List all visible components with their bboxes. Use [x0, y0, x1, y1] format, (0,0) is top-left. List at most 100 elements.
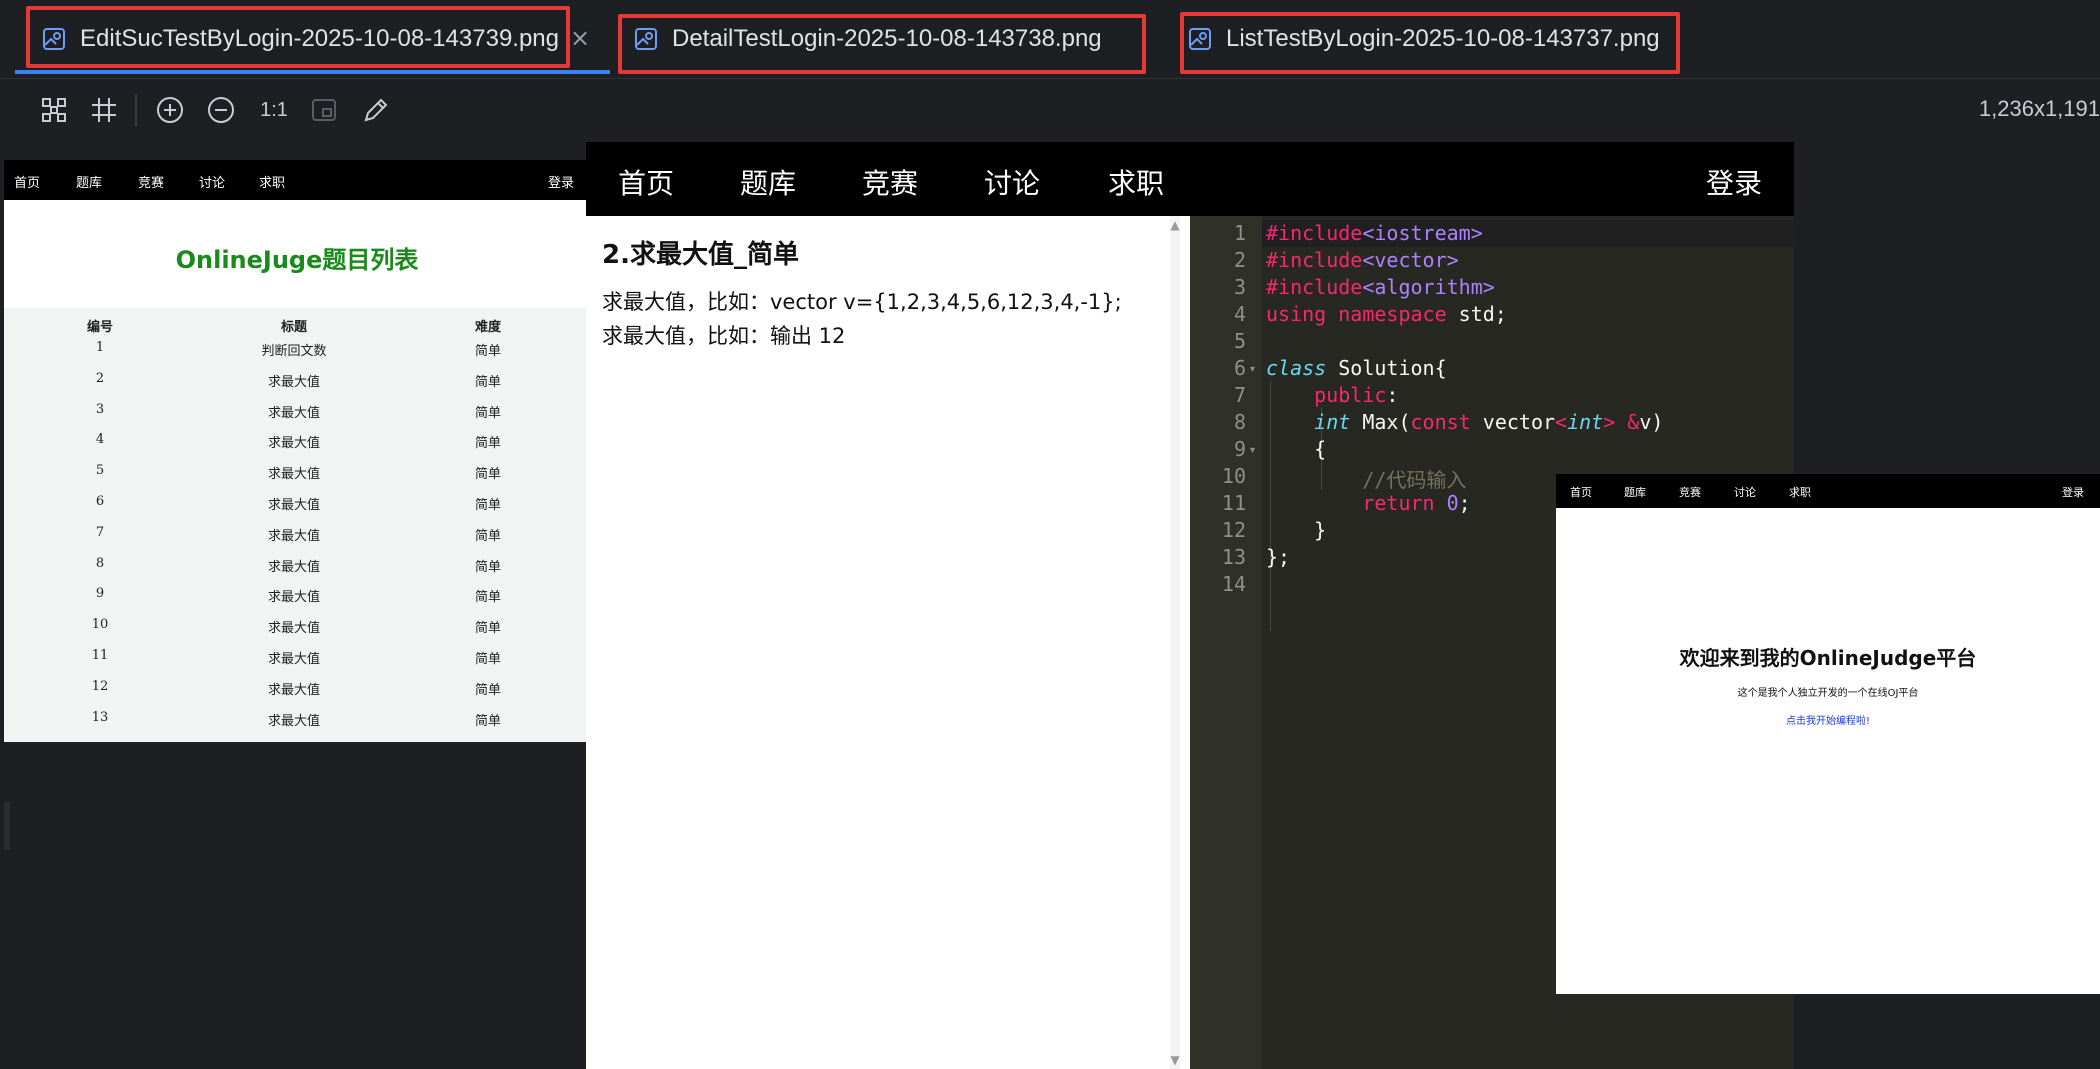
problem-title-link[interactable]: 求最大值	[268, 371, 320, 390]
line-number: 1	[1233, 221, 1246, 245]
code-line: {	[1266, 437, 1327, 461]
table-header-cell: 标题	[280, 320, 308, 335]
table-cell: 10	[91, 617, 109, 633]
table-row[interactable]: 7 求最大值 简单	[4, 525, 590, 547]
table-cell: 简单	[474, 436, 502, 452]
table-row[interactable]: 12 求最大值 简单	[4, 679, 590, 701]
problem-title-link[interactable]: 求最大值	[268, 586, 320, 605]
problem-title-link[interactable]: 求最大值	[268, 648, 320, 667]
problem-title-link[interactable]: 判断回文数	[261, 340, 326, 359]
fit-screen-icon[interactable]	[38, 94, 70, 126]
table-cell: 简单	[474, 559, 502, 575]
table-cell: 7	[95, 524, 105, 540]
code-line: #include<iostream>	[1266, 221, 1483, 245]
table-header-cell: 编号	[86, 320, 114, 335]
crop-icon[interactable]	[88, 94, 120, 126]
table-cell: 简单	[474, 528, 502, 544]
table-row[interactable]: 1 判断回文数 简单	[4, 340, 590, 362]
scroll-up-icon[interactable]: ▲	[1170, 218, 1180, 232]
nav-login[interactable]: 登录	[548, 172, 574, 191]
table-row[interactable]: 11 求最大值 简单	[4, 648, 590, 670]
navbar: 首页 题库 竞赛 讨论 求职 登录	[4, 160, 590, 200]
nav-jobs[interactable]: 求职	[259, 172, 285, 191]
line-number: 14	[1221, 572, 1246, 596]
nav-home[interactable]: 首页	[1570, 484, 1592, 500]
tab-highlight-box	[1180, 12, 1680, 74]
tab-highlight-box	[618, 14, 1146, 74]
edit-pen-icon[interactable]	[360, 94, 392, 126]
table-cell: 12	[91, 678, 109, 694]
problem-title-link[interactable]: 求最大值	[268, 617, 320, 636]
nav-login[interactable]: 登录	[2062, 484, 2084, 500]
table-cell: 5	[95, 463, 105, 479]
problem-title-link[interactable]: 求最大值	[268, 402, 320, 421]
nav-problems[interactable]: 题库	[1624, 484, 1646, 500]
zoom-in-icon[interactable]	[154, 94, 186, 126]
table-cell: 简单	[474, 405, 502, 421]
navbar: 首页 题库 竞赛 讨论 求职 登录	[1556, 474, 2100, 508]
nav-jobs[interactable]: 求职	[1789, 484, 1811, 500]
table-row[interactable]: 2 求最大值 简单	[4, 371, 590, 393]
line-number: 13	[1221, 545, 1246, 569]
problem-title-link[interactable]: 求最大值	[268, 463, 320, 482]
nav-contest[interactable]: 竞赛	[138, 172, 164, 191]
table-row[interactable]: 9 求最大值 简单	[4, 586, 590, 608]
problem-table: 编号 标题 难度 1 判断回文数 简单 2 求最大值 简单 3 求最大值 简单 4 求最大值 简单 5 求最大值…	[4, 308, 590, 742]
table-row[interactable]: 5 求最大值 简单	[4, 463, 590, 485]
nav-discuss[interactable]: 讨论	[199, 172, 225, 191]
code-line: class Solution{	[1266, 356, 1447, 380]
question-panel: 2.求最大值_简单 求最大值，比如：vector v={1,2,3,4,5,6,…	[586, 216, 1180, 1069]
fold-arrow-icon[interactable]: ▾	[1250, 364, 1255, 375]
table-cell: 8	[95, 555, 105, 571]
line-number: 4	[1233, 302, 1246, 326]
actual-size-button[interactable]: 1:1	[257, 94, 291, 126]
toolbar-divider	[135, 94, 137, 126]
scrollbar-thumb[interactable]	[4, 802, 10, 850]
question-title: 2.求最大值_简单	[602, 240, 799, 270]
table-cell: 简单	[474, 682, 502, 698]
problem-title-link[interactable]: 求最大值	[268, 679, 320, 698]
close-icon[interactable]: ×	[570, 24, 590, 52]
line-number: 10	[1221, 464, 1246, 488]
nav-login[interactable]: 登录	[1706, 162, 1762, 202]
code-line: public:	[1314, 383, 1399, 407]
nav-problems[interactable]: 题库	[76, 172, 102, 191]
nav-problems[interactable]: 题库	[740, 162, 796, 202]
line-number: 5	[1233, 329, 1246, 353]
fit-window-icon[interactable]	[308, 94, 340, 126]
line-number: 11	[1221, 491, 1246, 515]
table-cell: 6	[95, 494, 105, 509]
zoom-out-icon[interactable]	[205, 94, 237, 126]
problem-title-link[interactable]: 求最大值	[268, 525, 320, 544]
scroll-down-icon[interactable]: ▼	[1170, 1053, 1180, 1067]
start-coding-link[interactable]: 点击我开始编程啦!	[1556, 712, 2100, 727]
nav-discuss[interactable]: 讨论	[1734, 484, 1756, 500]
table-cell: 2	[95, 370, 105, 386]
table-cell: 4	[95, 432, 105, 448]
nav-home[interactable]: 首页	[618, 162, 674, 202]
question-scrollbar[interactable]: ▲ ▼	[1170, 216, 1180, 1069]
table-row[interactable]: 10 求最大值 简单	[4, 617, 590, 639]
code-line: int Max(const vector<int> &v)	[1314, 410, 1664, 434]
nav-home[interactable]: 首页	[14, 172, 40, 191]
problem-title-link[interactable]: 求最大值	[268, 556, 320, 575]
table-row[interactable]: 4 求最大值 简单	[4, 432, 590, 454]
table-row[interactable]: 3 求最大值 简单	[4, 402, 590, 424]
problem-title-link[interactable]: 求最大值	[268, 710, 320, 729]
tab-highlight-box	[26, 6, 570, 68]
table-cell: 简单	[474, 590, 502, 606]
table-cell: 简单	[474, 344, 502, 359]
table-row[interactable]: 8 求最大值 简单	[4, 556, 590, 578]
problem-title-link[interactable]: 求最大值	[268, 432, 320, 451]
table-row[interactable]: 13 求最大值 简单	[4, 710, 590, 732]
nav-jobs[interactable]: 求职	[1108, 162, 1164, 202]
welcome-title: 欢迎来到我的OnlineJudge平台	[1679, 646, 1977, 670]
nav-contest[interactable]: 竞赛	[862, 162, 918, 202]
problem-title-link[interactable]: 求最大值	[268, 494, 320, 513]
fold-arrow-icon[interactable]: ▾	[1250, 445, 1255, 456]
table-row[interactable]: 6 求最大值 简单	[4, 494, 590, 516]
image-dimensions: 1,236x1,191	[1978, 96, 2100, 121]
nav-contest[interactable]: 竞赛	[1679, 484, 1701, 500]
nav-discuss[interactable]: 讨论	[984, 162, 1040, 202]
line-number: 8	[1233, 410, 1246, 434]
